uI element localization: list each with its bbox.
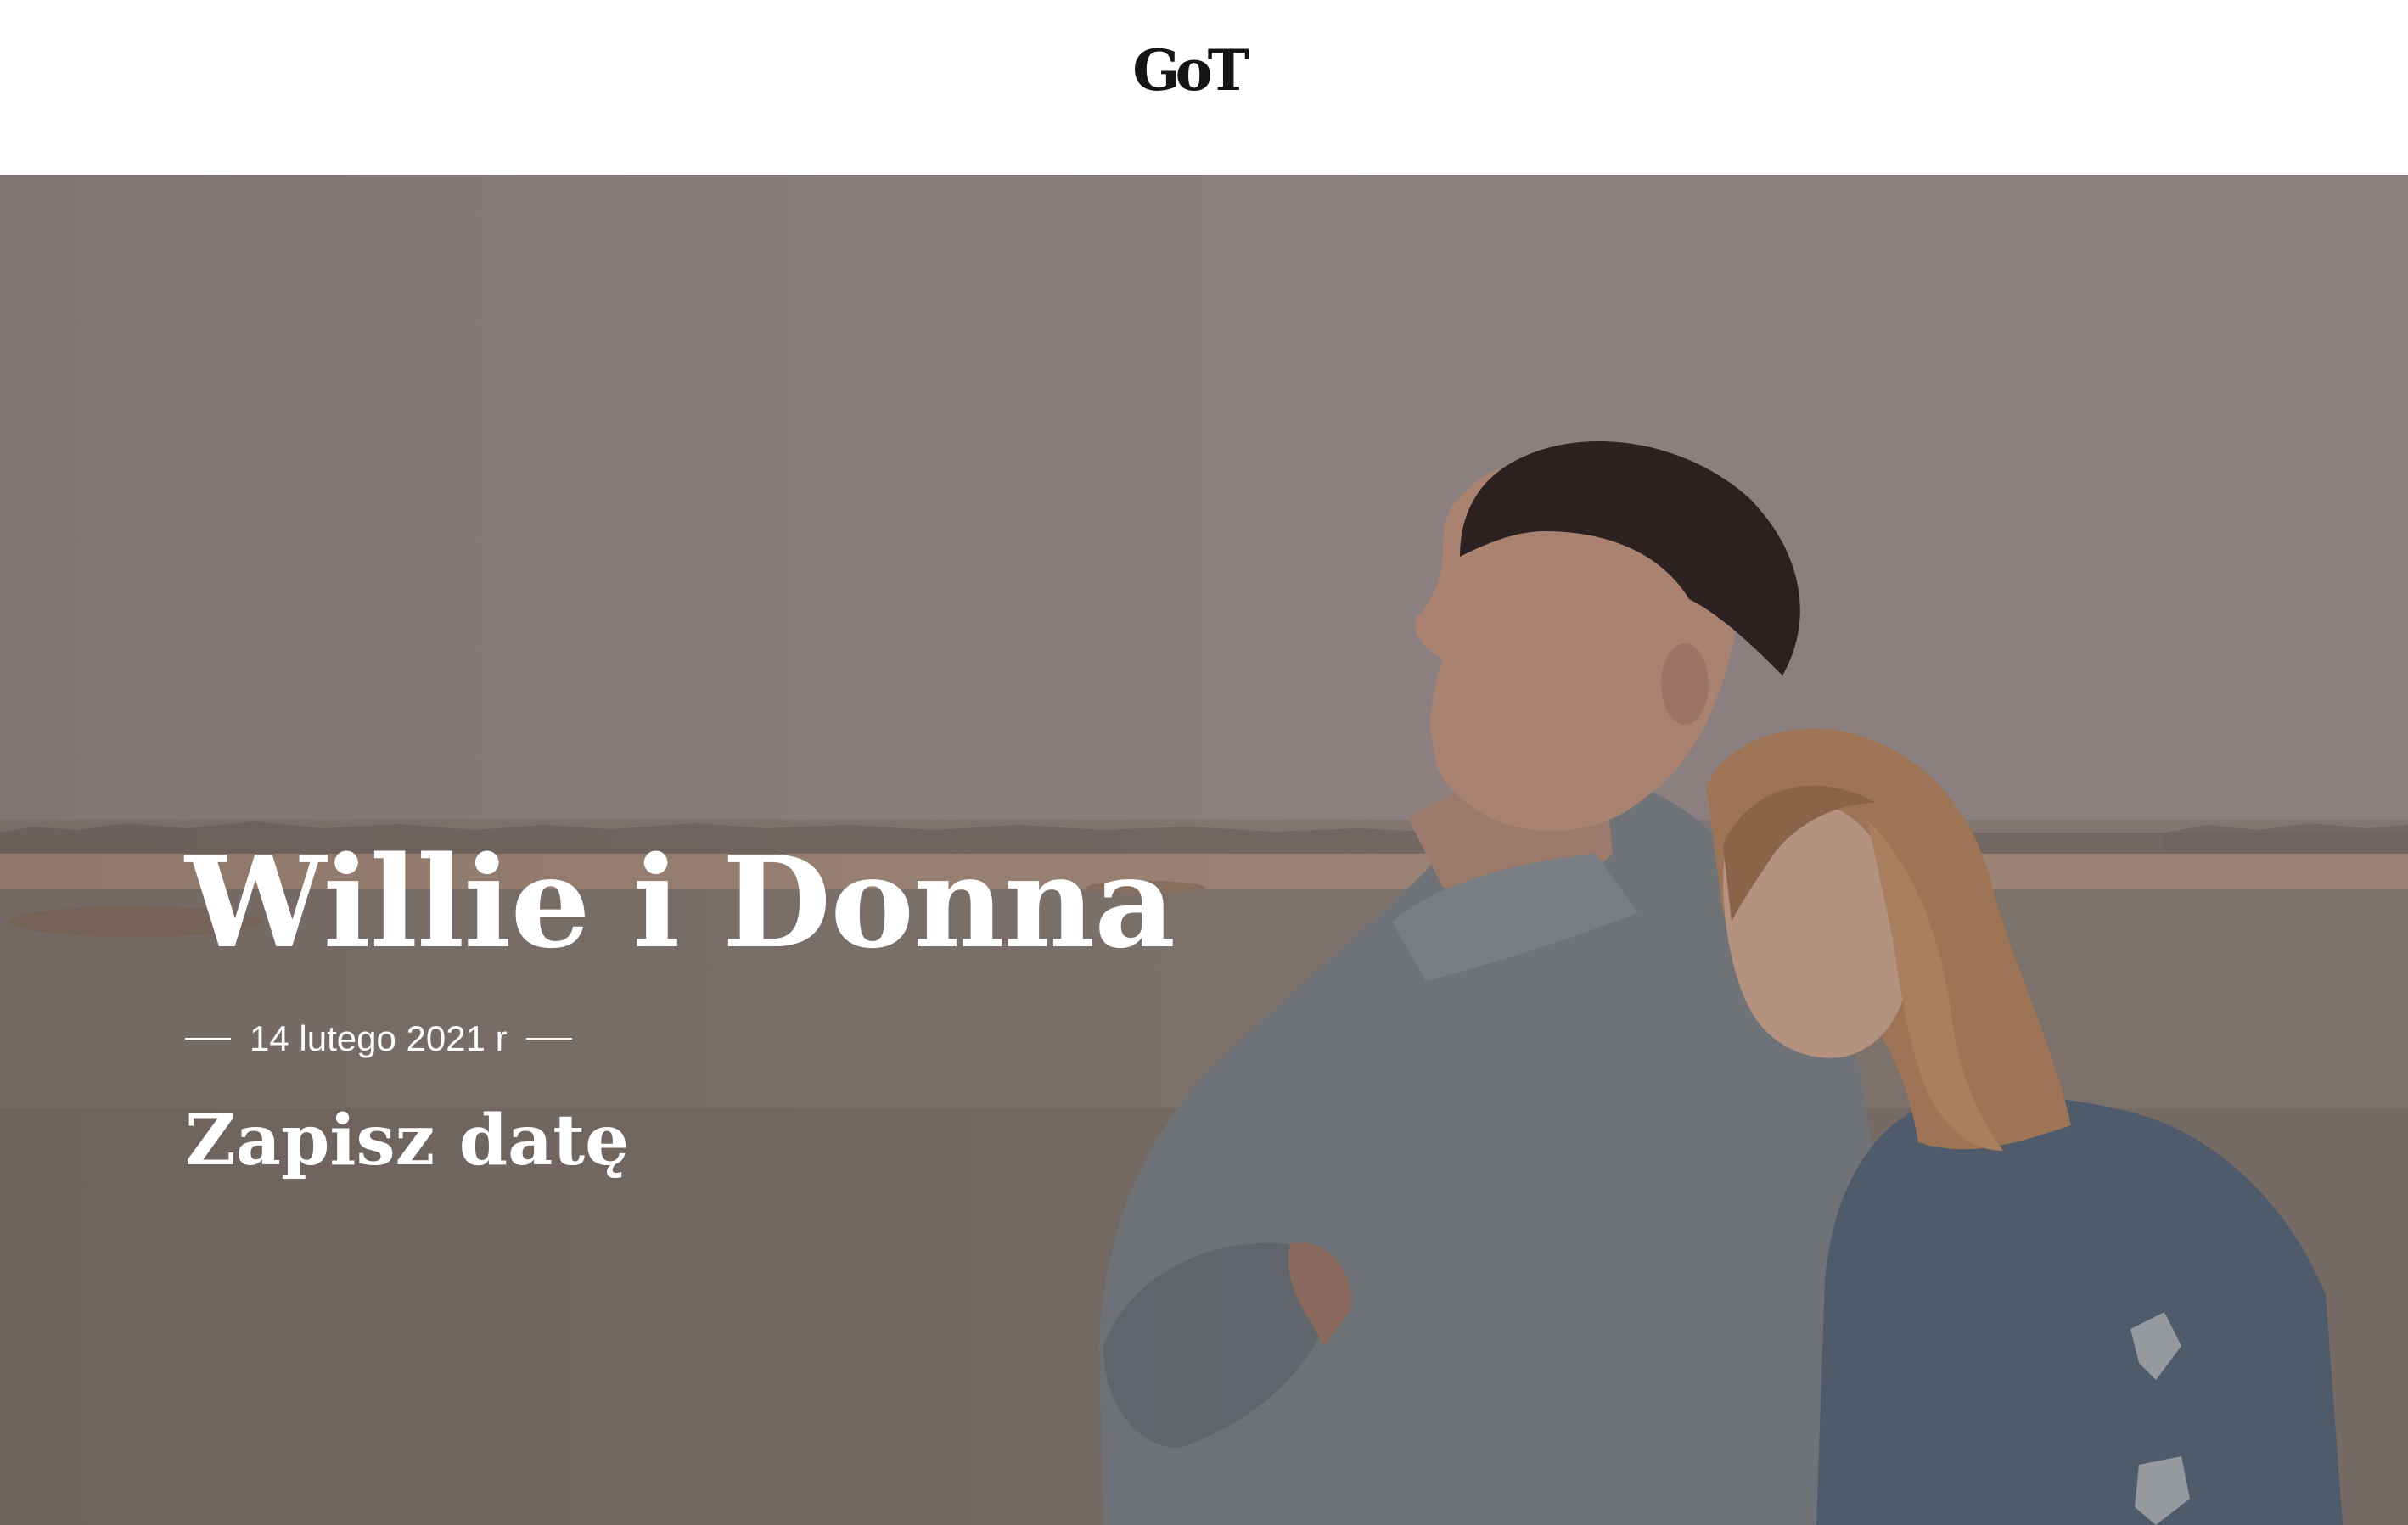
- event-date-row: 14 lutego 2021 r: [185, 1018, 1204, 1059]
- event-date: 14 lutego 2021 r: [250, 1018, 508, 1058]
- date-dash-left: [185, 1038, 231, 1040]
- site-logo[interactable]: GoT: [1132, 32, 1249, 109]
- hero-section: Willie i Donna 14 lutego 2021 r Zapisz d…: [0, 175, 2408, 1525]
- site-header: GoT: [0, 0, 2408, 175]
- date-dash-right: [525, 1038, 572, 1040]
- logo-text: GoT: [1132, 37, 1249, 104]
- couple-names-title: Willie i Donna: [185, 828, 1176, 976]
- hero-content: Willie i Donna 14 lutego 2021 r Zapisz d…: [185, 838, 1204, 1181]
- save-the-date-heading: Zapisz datę: [185, 1100, 630, 1181]
